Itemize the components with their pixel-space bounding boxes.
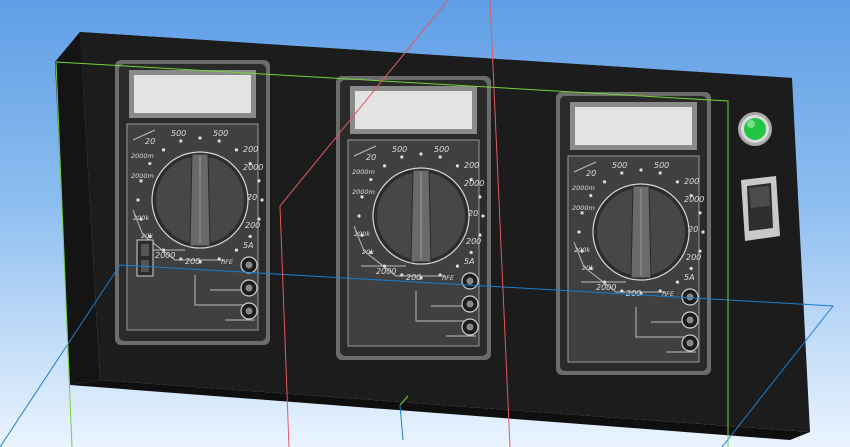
amp-label: 5A bbox=[684, 273, 695, 282]
range-label: 2000m bbox=[572, 184, 595, 192]
range-label: 20 bbox=[366, 153, 376, 162]
hfe-label: hFE bbox=[442, 274, 455, 282]
range-label: 200 bbox=[626, 289, 641, 298]
range-label: 500 bbox=[171, 129, 186, 138]
range-label: 200k bbox=[354, 230, 370, 238]
amp-label: 5A bbox=[243, 241, 254, 250]
amp-label: 5A bbox=[464, 257, 475, 266]
model-viewport[interactable]: 20 500 500 200 2000 20 200 2000m 2000m 200k 20k 200… bbox=[0, 0, 850, 447]
rotary-selector-knob[interactable] bbox=[592, 183, 690, 281]
rotary-selector-knob[interactable] bbox=[151, 151, 249, 249]
hfe-label: hFE bbox=[221, 258, 234, 266]
range-label: 20k bbox=[582, 264, 594, 272]
range-label: 200 bbox=[464, 161, 479, 170]
probe-jack[interactable] bbox=[240, 256, 258, 274]
range-label: 500 bbox=[654, 161, 669, 170]
range-label: 2000 bbox=[155, 251, 175, 260]
probe-jack[interactable] bbox=[681, 311, 699, 329]
probe-jack[interactable] bbox=[461, 272, 479, 290]
range-label: 500 bbox=[612, 161, 627, 170]
range-label: 2000 bbox=[243, 163, 263, 172]
range-label: 200k bbox=[133, 214, 149, 222]
range-label: 20 bbox=[586, 169, 596, 178]
range-label: 500 bbox=[213, 129, 228, 138]
multimeter: 20500 5002002000202002000m2000m200k20k200… bbox=[336, 76, 491, 360]
range-label: 20k bbox=[362, 248, 374, 256]
range-label: 20 bbox=[145, 137, 155, 146]
multimeter: 20500 5002002000202002000m2000m200k20k200… bbox=[556, 92, 711, 375]
probe-jack[interactable] bbox=[240, 302, 258, 320]
range-label: 200 bbox=[406, 273, 421, 282]
range-label: 500 bbox=[392, 145, 407, 154]
probe-jack[interactable] bbox=[681, 334, 699, 352]
range-label: 200 bbox=[185, 257, 200, 266]
range-label: 2000 bbox=[464, 179, 484, 188]
range-label: 2000m bbox=[352, 168, 375, 176]
rotary-selector-knob[interactable] bbox=[372, 167, 470, 265]
range-label: 200k bbox=[574, 246, 590, 254]
range-label: 200 bbox=[466, 237, 481, 246]
rocker-switch[interactable] bbox=[741, 176, 780, 241]
range-label: 200 bbox=[245, 221, 260, 230]
range-label: 2000 bbox=[684, 195, 704, 204]
multimeter-group: 20 500 500 200 2000 20 200 2000m 2000m 200k 20k 200… bbox=[115, 60, 711, 375]
range-label: 2000m bbox=[572, 204, 595, 212]
range-label: 20k bbox=[141, 232, 153, 240]
range-label: 500 bbox=[434, 145, 449, 154]
probe-jack[interactable] bbox=[461, 318, 479, 336]
range-label: 200 bbox=[686, 253, 701, 262]
range-label: 2000m bbox=[131, 172, 154, 180]
green-indicator-light[interactable] bbox=[738, 112, 772, 146]
range-label: 2000m bbox=[352, 188, 375, 196]
range-label: 2000 bbox=[376, 267, 396, 276]
multimeter: 20500 5002002000202002000m2000m200k20k200… bbox=[115, 60, 270, 345]
lcd-display bbox=[134, 75, 251, 113]
range-label: 200 bbox=[684, 177, 699, 186]
hfe-socket bbox=[136, 239, 154, 277]
range-label: 200 bbox=[243, 145, 258, 154]
lcd-display bbox=[355, 91, 472, 129]
probe-jack[interactable] bbox=[461, 295, 479, 313]
lcd-display bbox=[575, 107, 692, 145]
range-label: 2000m bbox=[131, 152, 154, 160]
range-label: 2000 bbox=[596, 283, 616, 292]
probe-jack[interactable] bbox=[240, 279, 258, 297]
